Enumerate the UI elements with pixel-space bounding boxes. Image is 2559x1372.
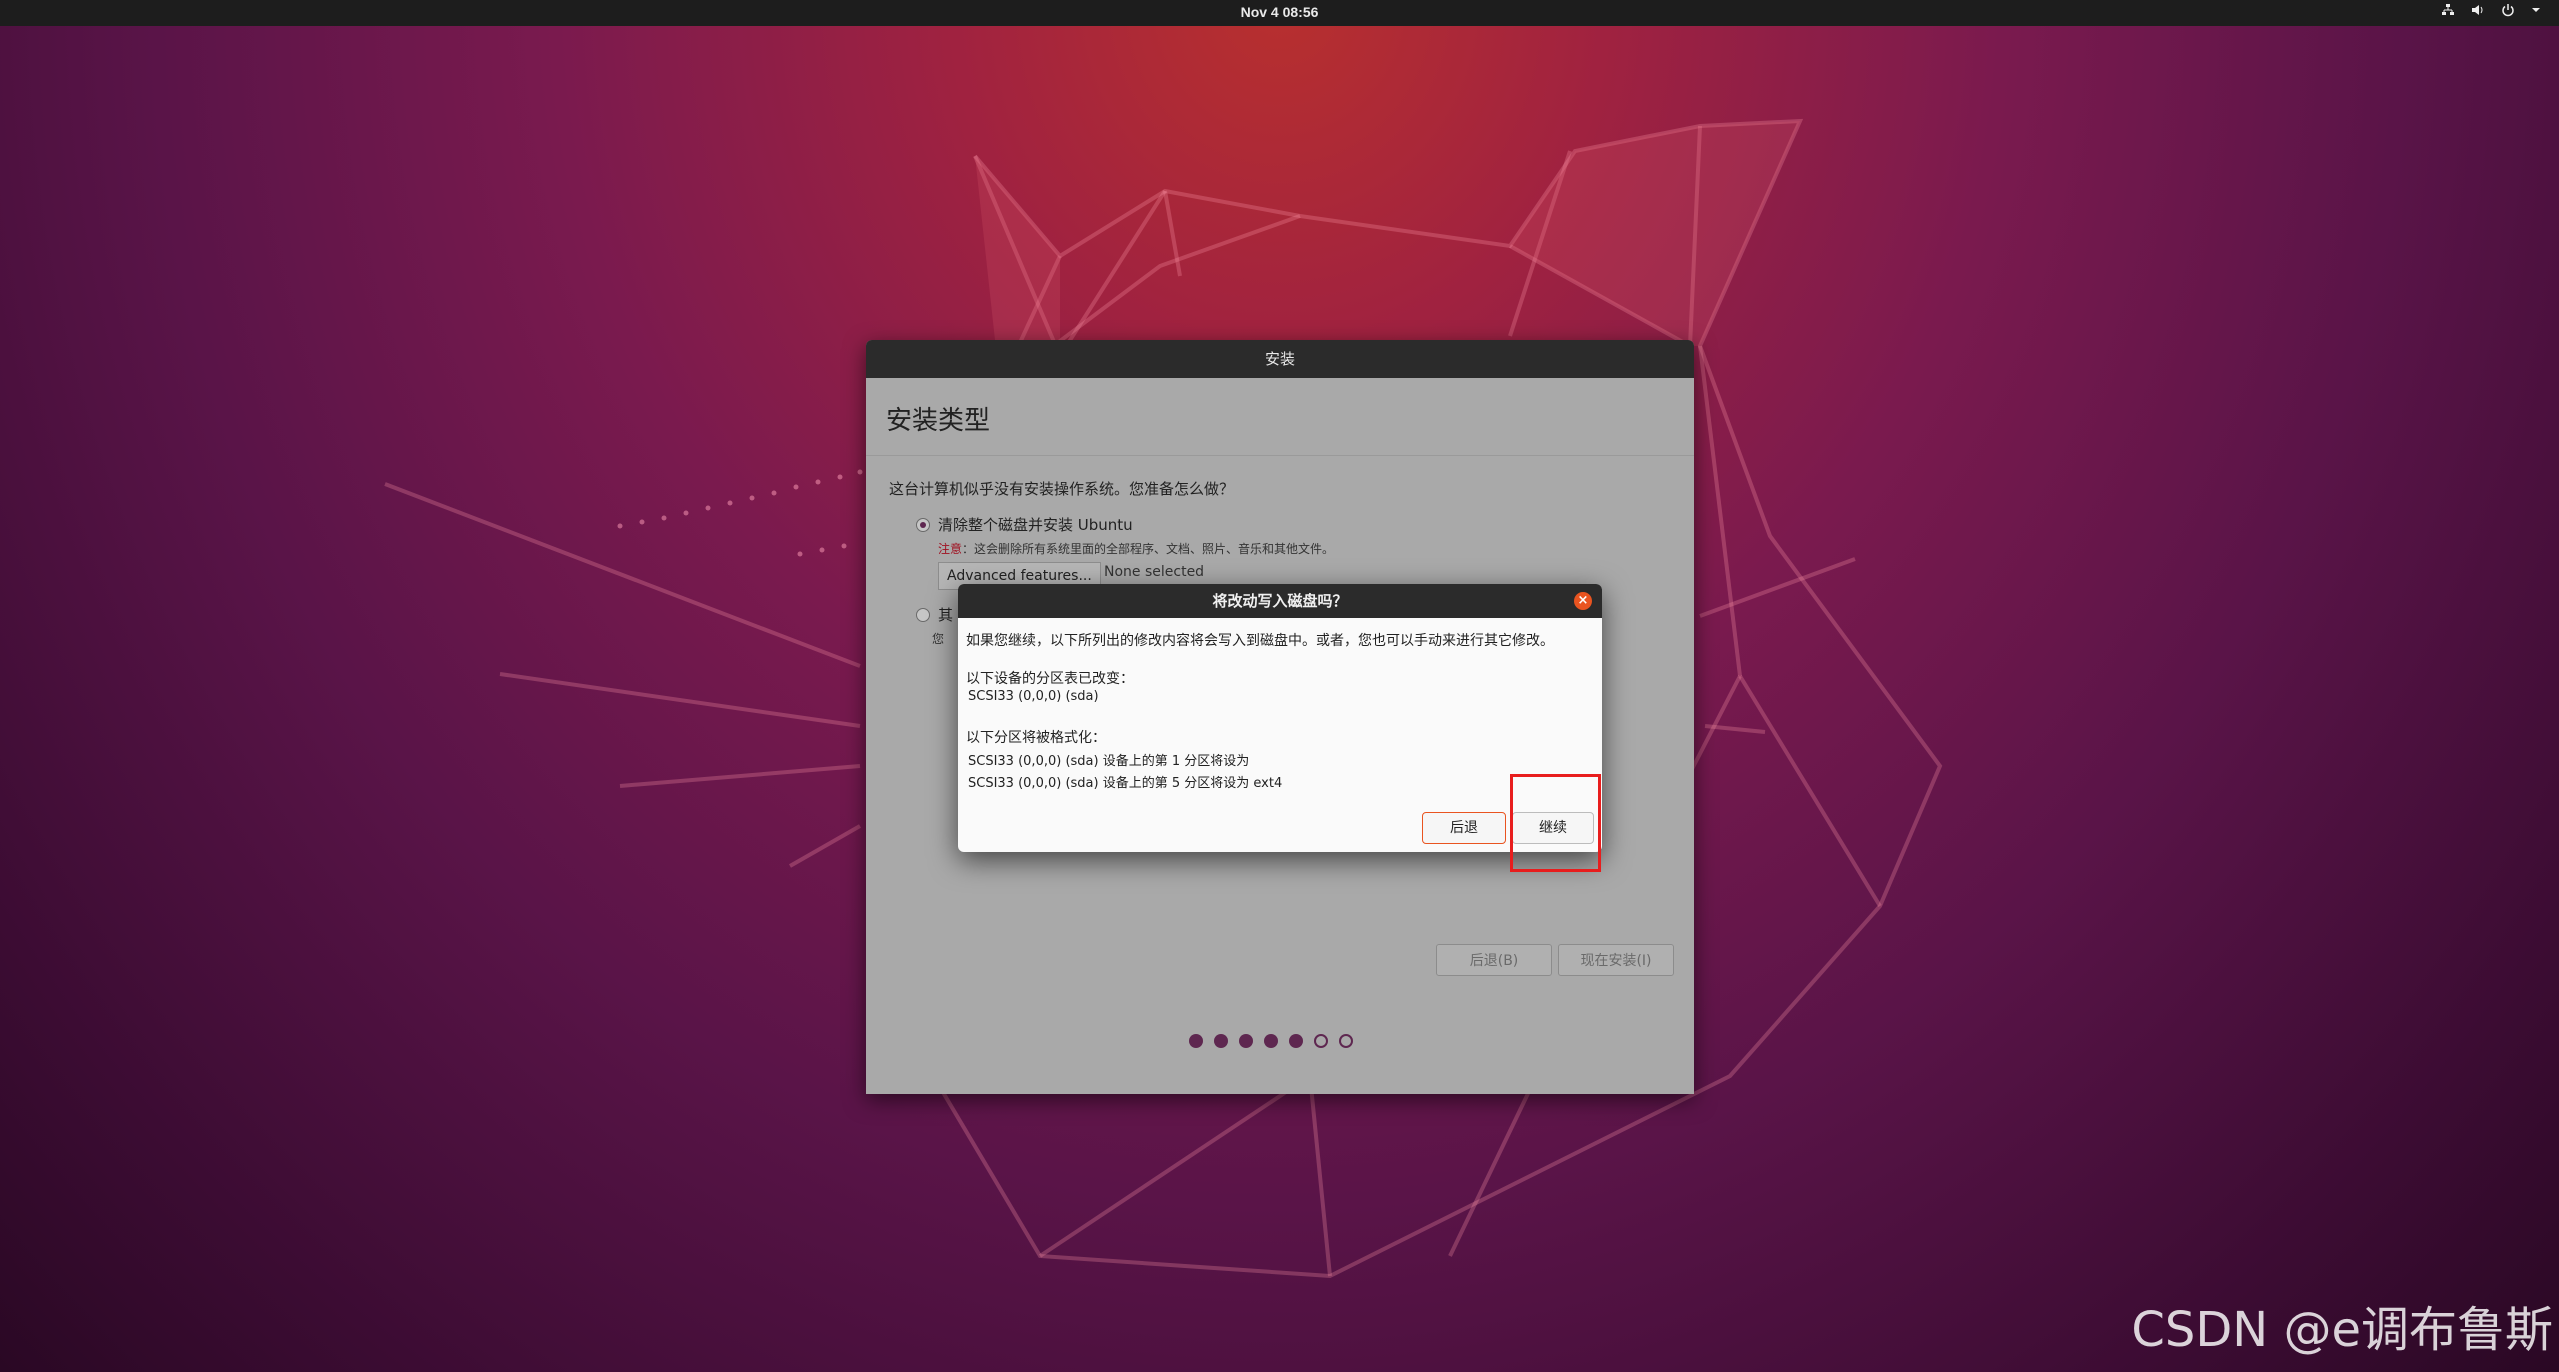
option-other[interactable]: 其 [916,604,953,625]
close-icon[interactable]: × [1574,592,1592,610]
divider [866,455,1694,456]
erase-warning-note: 注意：这会删除所有系统里面的全部程序、文档、照片、音乐和其他文件。 [938,540,1334,557]
partition-table-heading: 以下设备的分区表已改变： [966,671,1134,687]
network-icon[interactable] [2441,3,2455,20]
highlight-annotation [1510,774,1601,872]
option-erase-disk[interactable]: 清除整个磁盘并安装 Ubuntu [916,514,1133,535]
progress-dot [1264,1034,1278,1048]
watermark: CSDN @e调布鲁斯 [2131,1302,2553,1358]
format-item: SCSI33 (0,0,0) (sda) 设备上的第 1 分区将设为 [968,754,1250,769]
install-now-button[interactable]: 现在安装(I) [1558,944,1674,976]
clock[interactable]: Nov 4 08:56 [0,4,2559,20]
format-heading: 以下分区将被格式化： [966,730,1106,746]
advanced-status: None selected [1104,564,1205,580]
dialog-title: 将改动写入磁盘吗？ [1212,592,1348,610]
progress-dot [1339,1034,1353,1048]
power-icon[interactable] [2501,3,2515,20]
radio-other[interactable] [916,607,930,622]
dialog-intro: 如果您继续，以下所列出的修改内容将会写入到磁盘中。或者，您也可以手动来进行其它修… [966,633,1554,649]
installer-titlebar: 安装 [866,340,1694,378]
menu-arrow-icon[interactable] [2531,3,2541,20]
write-changes-dialog: 将改动写入磁盘吗？ × 如果您继续，以下所列出的修改内容将会写入到磁盘中。或者，… [958,584,1602,852]
progress-dot [1314,1034,1328,1048]
progress-dot [1289,1034,1303,1048]
option-other-desc: 您 [932,632,945,646]
install-question: 这台计算机似乎没有安装操作系统。您准备怎么做？ [889,480,1235,498]
progress-dot [1239,1034,1253,1048]
option-erase-label: 清除整个磁盘并安装 Ubuntu [938,516,1133,534]
progress-dots [1189,1034,1353,1048]
partition-table-device: SCSI33 (0,0,0) (sda) [968,689,1099,704]
progress-dot [1189,1034,1203,1048]
progress-dot [1214,1034,1228,1048]
format-item: SCSI33 (0,0,0) (sda) 设备上的第 5 分区将设为 ext4 [968,776,1283,791]
volume-icon[interactable] [2471,3,2485,20]
page-title: 安装类型 [886,406,991,436]
system-tray[interactable] [2441,3,2541,20]
warning-label: 注意 [938,542,963,556]
dialog-titlebar: 将改动写入磁盘吗？ × [958,584,1602,618]
radio-erase-disk[interactable] [916,517,930,532]
warning-text: ：这会删除所有系统里面的全部程序、文档、照片、音乐和其他文件。 [962,542,1335,556]
back-button[interactable]: 后退(B) [1436,944,1552,976]
dialog-back-button[interactable]: 后退 [1422,812,1506,844]
option-other-label: 其 [938,606,954,624]
top-bar: Nov 4 08:56 [0,0,2559,26]
